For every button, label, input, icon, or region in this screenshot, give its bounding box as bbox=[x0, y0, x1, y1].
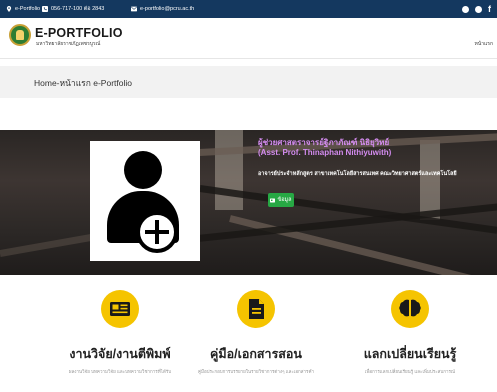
profile-name-english: (Asst. Prof. Thinaphan Nithiyuwith) bbox=[258, 148, 392, 157]
globe-icon[interactable] bbox=[462, 5, 469, 13]
breadcrumb: Home-หน้าแรก e-Portfolio bbox=[34, 78, 132, 88]
avatar-head bbox=[124, 151, 162, 189]
feature-icon-circle bbox=[101, 290, 139, 328]
feature-title: แลกเปลี่ยนเรียนรู้ bbox=[363, 347, 457, 361]
feature-description: ผลงานวิจัย บทความวิจัย และบทความวิชาการท… bbox=[68, 369, 172, 374]
site-logo-subtitle: มหาวิทยาลัยราชภัฏเพชรบูรณ์ bbox=[36, 41, 101, 47]
university-seal-logo[interactable] bbox=[9, 24, 31, 46]
settings-icon[interactable] bbox=[475, 5, 482, 13]
feature-title: คู่มือ/เอกสารสอน bbox=[210, 347, 302, 361]
profile-name: ผู้ช่วยศาสตราจารย์ฐิภาภัณฑ์ นิธิยุวิทย์ … bbox=[258, 138, 391, 158]
brain-icon bbox=[399, 299, 421, 317]
feature-knowledge-exchange[interactable]: แลกเปลี่ยนเรียนรู้ เพื่อการแลกเปลี่ยนเรี… bbox=[340, 290, 480, 392]
email-contact[interactable]: e-portfolio@pcru.ac.th bbox=[131, 0, 194, 18]
eportfolio-label: e-Portfolio bbox=[15, 6, 41, 12]
feature-research[interactable]: งานวิจัย/งานตีพิมพ์ ผลงานวิจัย บทความวิจ… bbox=[50, 290, 190, 392]
feature-description: เพื่อการแลกเปลี่ยนเรียนรู้ และเพิ่มประสบ… bbox=[364, 369, 456, 374]
feature-teaching-documents[interactable]: คู่มือ/เอกสารสอน คู่มือประกอบการบรรยายใน… bbox=[186, 290, 326, 392]
banner-light-column bbox=[420, 140, 440, 220]
top-bar: e-Portfolio 056-717-100 ต่อ 2843 e-portf… bbox=[0, 0, 497, 18]
id-card-icon bbox=[270, 198, 276, 202]
feature-icon-circle bbox=[237, 290, 275, 328]
nav-home-link[interactable]: หน้าแรก bbox=[475, 40, 493, 48]
profile-data-button[interactable]: ข้อมูล bbox=[268, 193, 294, 207]
document-icon bbox=[249, 299, 264, 319]
profile-avatar bbox=[90, 141, 200, 261]
profile-position: อาจารย์ประจำหลักสูตร สาขาเทคโนโลยีสารสนเ… bbox=[258, 171, 457, 177]
eportfolio-link[interactable]: e-Portfolio bbox=[6, 0, 40, 18]
phone-number: 056-717-100 ต่อ 2843 bbox=[51, 6, 105, 12]
feature-description: คู่มือประกอบการบรรยายในรายวิชาการต่างๆ แ… bbox=[197, 369, 315, 374]
data-button-label: ข้อมูล bbox=[277, 197, 292, 203]
site-logo-title[interactable]: E-PORTFOLIO bbox=[35, 26, 123, 40]
email-address: e-portfolio@pcru.ac.th bbox=[140, 6, 195, 12]
feature-icon-circle bbox=[391, 290, 429, 328]
phone-contact[interactable]: 056-717-100 ต่อ 2843 bbox=[42, 0, 104, 18]
facebook-icon[interactable]: f bbox=[488, 4, 491, 14]
newspaper-icon bbox=[110, 302, 130, 316]
location-pin-icon bbox=[6, 6, 12, 12]
phone-icon bbox=[42, 6, 48, 12]
profile-banner bbox=[0, 130, 497, 275]
add-user-icon bbox=[136, 211, 178, 253]
banner-light-column bbox=[215, 130, 243, 210]
feature-title: งานวิจัย/งานตีพิมพ์ bbox=[69, 347, 171, 361]
email-icon bbox=[131, 6, 137, 12]
profile-name-thai: ผู้ช่วยศาสตราจารย์ฐิภาภัณฑ์ นิธิยุวิทย์ bbox=[258, 138, 390, 147]
